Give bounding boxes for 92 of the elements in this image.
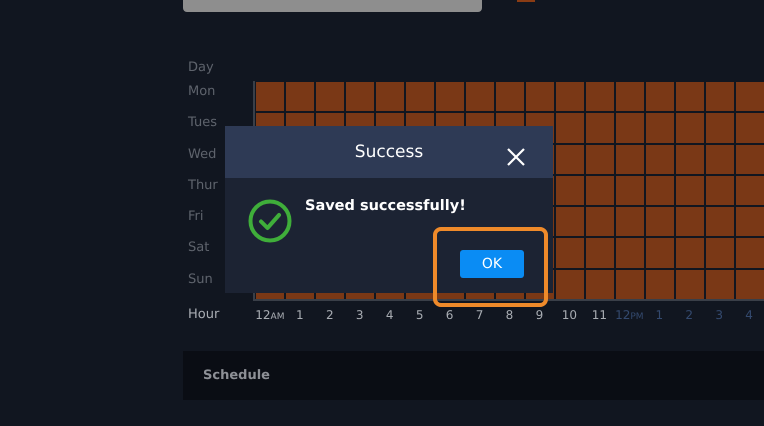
time-cell[interactable] [556,238,584,268]
time-cell[interactable] [706,144,734,174]
time-cell[interactable] [736,238,764,268]
close-icon[interactable] [506,147,526,167]
ok-button[interactable]: OK [460,250,524,278]
time-cell[interactable] [556,270,584,300]
dialog-message: Saved successfully! [305,198,466,214]
time-cell[interactable] [406,82,434,112]
time-cell[interactable] [616,207,644,236]
hour-label: 12AM [254,308,285,322]
day-label: Wed [187,146,218,164]
time-cell[interactable] [526,82,554,112]
hour-label: 4 [744,308,754,322]
day-label: Tues [187,114,218,132]
time-cell[interactable] [646,207,674,236]
hour-label: 8 [504,308,514,322]
day-label: Fri [187,208,204,226]
time-cell[interactable] [376,82,404,112]
time-cell[interactable] [286,82,314,112]
time-cell[interactable] [646,144,674,174]
time-cell[interactable] [556,82,584,112]
hour-label: 11 [590,308,608,322]
time-cell[interactable] [646,176,674,206]
day-label: Sat [187,239,210,258]
time-cell[interactable] [556,207,584,236]
time-cell[interactable] [736,270,764,300]
time-cell[interactable] [616,270,644,300]
time-cell[interactable] [676,238,704,268]
dialog-title: Success [354,142,424,162]
time-cell[interactable] [676,270,704,300]
time-cell[interactable] [676,113,704,143]
time-cell[interactable] [646,82,674,112]
time-cell[interactable] [436,82,464,112]
time-cell[interactable] [676,82,704,112]
hour-label: 7 [474,308,484,322]
hour-label: 3 [714,308,724,322]
time-cell[interactable] [646,270,674,300]
hour-label: 12PM [614,308,644,322]
hour-label: 1 [654,308,664,322]
time-cell[interactable] [706,207,734,236]
time-cell[interactable] [586,113,614,143]
hour-label: 1 [295,308,305,322]
hour-label: 9 [534,308,544,322]
time-cell[interactable] [676,144,704,174]
time-cell[interactable] [736,82,764,112]
time-cell[interactable] [676,176,704,206]
hour-label: 4 [384,308,394,322]
time-cell[interactable] [676,207,704,236]
time-cell[interactable] [616,82,644,112]
time-cell[interactable] [586,176,614,206]
section-title: Schedule [203,368,270,384]
hour-label: 5 [414,308,424,322]
time-cell[interactable] [586,238,614,268]
hour-label: 6 [444,308,454,322]
time-cell[interactable] [556,144,584,174]
time-cell[interactable] [646,113,674,143]
time-cell[interactable] [256,82,284,112]
time-cell[interactable] [586,144,614,174]
hour-label: 10 [560,308,578,322]
check-circle-icon [248,199,292,243]
time-cell[interactable] [316,82,344,112]
time-cell[interactable] [646,238,674,268]
time-cell[interactable] [706,238,734,268]
day-label: Thur [187,176,219,195]
day-label: Sun [187,270,214,289]
hour-label: 3 [354,308,365,322]
time-cell[interactable] [736,144,764,174]
time-cell[interactable] [586,207,614,236]
time-cell[interactable] [616,113,644,143]
time-cell[interactable] [736,176,764,206]
time-cell[interactable] [496,82,524,112]
time-cell[interactable] [706,82,734,112]
time-cell[interactable] [706,113,734,143]
time-cell[interactable] [616,176,644,206]
time-cell[interactable] [616,238,644,268]
day-label: Mon [187,83,216,101]
time-cell[interactable] [736,113,764,143]
hour-label: 2 [324,308,335,322]
text-field[interactable] [183,0,482,12]
hour-label: 2 [684,308,694,322]
time-cell[interactable] [586,82,614,112]
time-cell[interactable] [706,176,734,206]
time-cell[interactable] [736,207,764,236]
row-header: Hour [187,307,220,322]
time-cell[interactable] [346,82,374,112]
time-cell[interactable] [556,113,584,143]
time-cell[interactable] [616,144,644,174]
time-cell[interactable] [586,270,614,300]
time-cell[interactable] [556,176,584,206]
time-cell[interactable] [466,82,494,112]
column-header: Day [188,60,215,77]
time-cell[interactable] [706,270,734,300]
